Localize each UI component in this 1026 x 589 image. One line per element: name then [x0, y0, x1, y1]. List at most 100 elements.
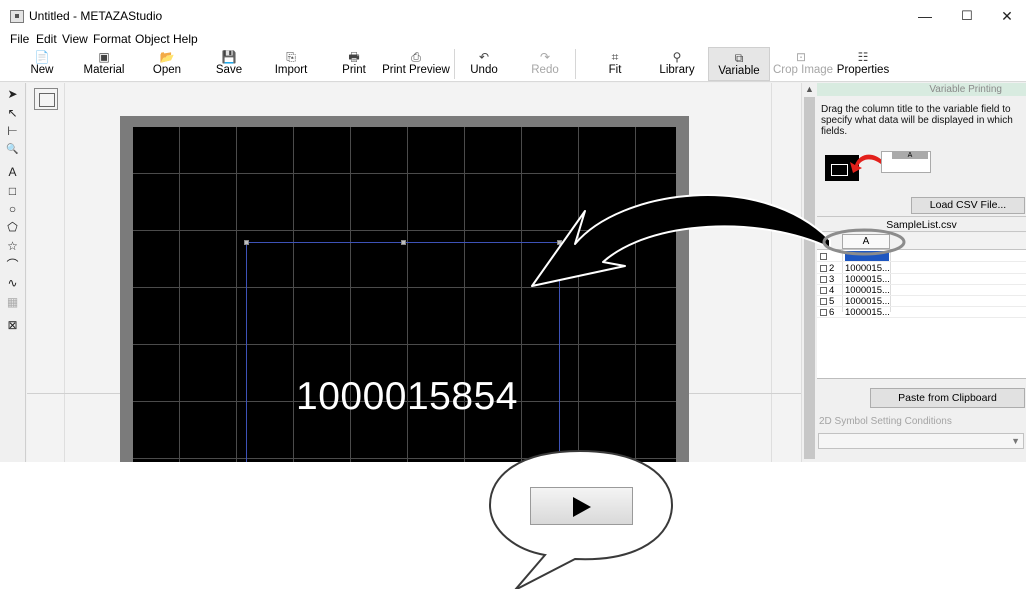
table-row[interactable]: 2 1000015... [817, 263, 1026, 274]
table-row[interactable]: 3 1000015... [817, 274, 1026, 285]
paste-from-clipboard-button[interactable]: Paste from Clipboard [870, 388, 1025, 408]
resize-handle[interactable] [557, 240, 562, 245]
fit-button[interactable]: ⌗ Fit [598, 47, 632, 81]
line-tool-icon[interactable]: ⌒ [4, 257, 21, 274]
material-icon: ▣ [98, 50, 110, 64]
envelope-icon [831, 164, 848, 176]
chevron-down-icon: ▼ [1011, 436, 1020, 446]
row-value: 1000015... [845, 274, 890, 285]
redo-button[interactable]: ↷ Redo [526, 47, 564, 81]
material-label: Material [83, 64, 125, 76]
crop-tool-icon[interactable]: ⊢ [4, 123, 21, 140]
row-checkbox[interactable] [820, 309, 827, 316]
design-canvas[interactable]: 1000015854 [27, 83, 801, 462]
variable-field-selection[interactable] [244, 240, 562, 462]
minimize-button[interactable]: — [905, 4, 945, 28]
column-a-header[interactable]: A [842, 234, 890, 249]
variable-button[interactable]: ⧉ Variable [708, 47, 770, 81]
print-preview-button[interactable]: ⎙ Print Preview [382, 47, 450, 81]
node-edit-tool-icon[interactable]: ↖ [4, 105, 21, 122]
properties-button[interactable]: ☷ Properties [836, 47, 890, 81]
illustration-table: A [881, 151, 931, 173]
play-icon [573, 497, 591, 517]
menu-file[interactable]: File [10, 32, 29, 46]
app-icon [10, 10, 24, 23]
scroll-up-icon[interactable]: ▲ [805, 84, 814, 94]
close-button[interactable]: ✕ [987, 4, 1026, 28]
row-number: 4 [829, 285, 835, 296]
select-tool-icon[interactable]: ➤ [4, 86, 21, 103]
row-value: 1000015... [845, 296, 890, 307]
row-value [845, 251, 889, 261]
crop-image-button[interactable]: ⊡ Crop Image [773, 47, 833, 81]
open-label: Open [152, 64, 182, 76]
row-number: 3 [829, 274, 835, 285]
zoom-tool-icon[interactable]: 🔍 [4, 141, 21, 158]
print-button[interactable]: 🖶 Print [334, 47, 374, 81]
rectangle-tool-icon[interactable]: □ [4, 183, 21, 200]
variable-field-tool-icon[interactable]: ⊠ [4, 317, 21, 334]
star-tool-icon[interactable]: ☆ [4, 238, 21, 255]
import-icon: ⎘ [286, 50, 296, 64]
table-row[interactable]: 4 1000015... [817, 285, 1026, 296]
library-button[interactable]: ⚲ Library [656, 47, 698, 81]
resize-handle[interactable] [401, 240, 406, 245]
toolbar: 📄 New ▣ Material 📂 Open 💾 Save ⎘ Import … [0, 47, 1026, 82]
new-button[interactable]: 📄 New [22, 47, 62, 81]
polygon-tool-icon[interactable]: ⬠ [4, 219, 21, 236]
library-icon: ⚲ [672, 50, 682, 64]
menu-format[interactable]: Format [93, 32, 131, 46]
menu-object[interactable]: Object [135, 32, 170, 46]
play-button[interactable] [530, 487, 633, 525]
text-tool-icon[interactable]: A [4, 164, 21, 181]
table-row[interactable] [817, 251, 1026, 262]
print-preview-label: Print Preview [382, 64, 450, 76]
import-button[interactable]: ⎘ Import [268, 47, 314, 81]
ellipse-tool-icon[interactable]: ○ [4, 201, 21, 218]
print-preview-icon: ⎙ [411, 50, 421, 64]
toolbar-separator [575, 49, 576, 79]
grid-header-row: A [817, 233, 1026, 250]
table-row[interactable]: 5 1000015... [817, 296, 1026, 307]
menu-help[interactable]: Help [173, 32, 198, 46]
save-button[interactable]: 💾 Save [208, 47, 250, 81]
barcode-tool-icon[interactable]: ▦ [4, 294, 21, 311]
row-checkbox[interactable] [820, 276, 827, 283]
maximize-button[interactable]: ☐ [947, 4, 987, 28]
row-checkbox[interactable] [820, 298, 827, 305]
row-checkbox[interactable] [820, 265, 827, 272]
properties-icon: ☷ [857, 50, 869, 64]
scrollbar-thumb[interactable] [804, 97, 815, 459]
open-button[interactable]: 📂 Open [146, 47, 188, 81]
save-label: Save [215, 64, 243, 76]
grid-line [179, 127, 180, 462]
title-bar: Untitled - METAZAStudio — ☐ ✕ [0, 0, 1026, 32]
row-number: 5 [829, 296, 835, 307]
import-label: Import [274, 64, 308, 76]
row-value: 1000015... [845, 285, 890, 296]
material-button[interactable]: ▣ Material [80, 47, 128, 81]
row-checkbox[interactable] [820, 287, 827, 294]
save-icon: 💾 [221, 50, 237, 64]
print-label: Print [342, 64, 366, 76]
2d-symbol-dropdown[interactable]: ▼ [818, 433, 1024, 449]
table-row[interactable]: 6 1000015... [817, 307, 1026, 318]
resize-handle[interactable] [244, 240, 249, 245]
row-number: 6 [829, 307, 835, 318]
grid-line [635, 127, 636, 462]
vertical-scrollbar[interactable]: ▲ [801, 83, 817, 462]
redo-label: Redo [531, 64, 559, 76]
curve-tool-icon[interactable]: ∿ [4, 275, 21, 292]
variable-text-field[interactable]: 1000015854 [257, 375, 557, 419]
undo-button[interactable]: ↶ Undo [465, 47, 503, 81]
menu-view[interactable]: View [62, 32, 88, 46]
panel-header: Variable Printing [817, 83, 1026, 96]
library-label: Library [659, 64, 695, 76]
fit-label: Fit [608, 64, 622, 76]
csv-data-grid[interactable]: A 2 1000015... 3 1000015... 4 1000015...… [817, 233, 1026, 379]
load-csv-button[interactable]: Load CSV File... [911, 197, 1025, 214]
canvas-preview-icon[interactable] [34, 88, 58, 110]
row-checkbox[interactable] [820, 253, 827, 260]
toolbar-separator [454, 49, 455, 79]
menu-edit[interactable]: Edit [36, 32, 57, 46]
